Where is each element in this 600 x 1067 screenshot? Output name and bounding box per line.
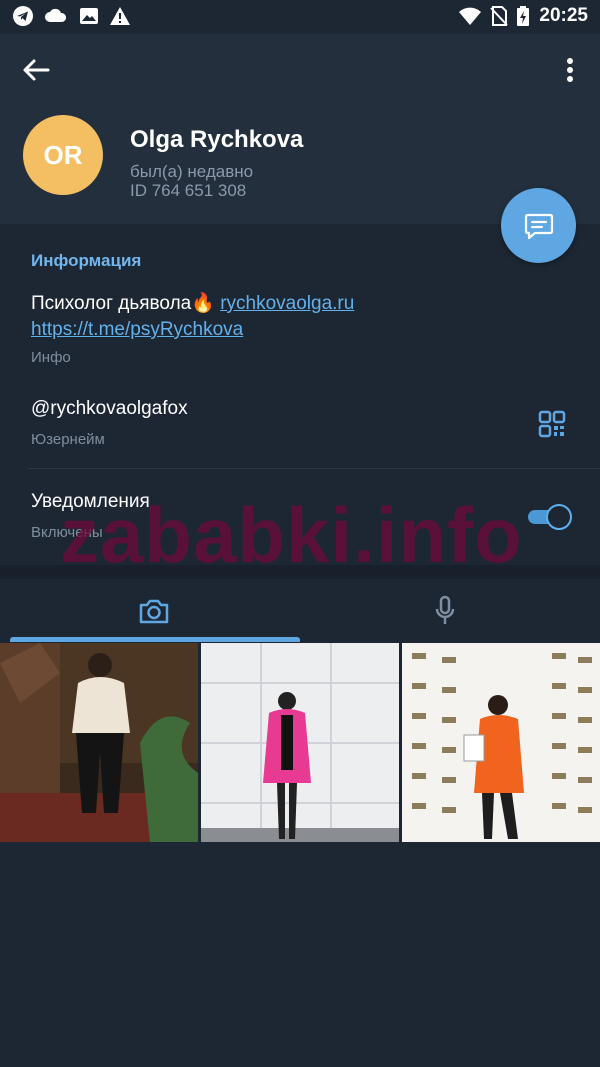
- username-label: Юзернейм: [31, 431, 105, 448]
- section-gap: [0, 565, 600, 579]
- cloud-icon: [45, 8, 67, 22]
- photo-thumbnail[interactable]: [201, 643, 399, 842]
- toggle-knob: [546, 504, 572, 530]
- qr-code-icon[interactable]: [538, 410, 566, 438]
- media-tabs: [0, 579, 600, 643]
- telegram-icon: [13, 6, 33, 26]
- image-icon: [80, 8, 98, 24]
- camera-icon: [139, 599, 169, 624]
- wifi-icon: [459, 7, 481, 25]
- bio-link-site[interactable]: rychkovaolga.ru: [220, 293, 354, 314]
- photo-thumbnail[interactable]: [402, 643, 600, 842]
- photo-thumbnail[interactable]: [0, 643, 198, 842]
- bio-label: Инфо: [31, 349, 71, 366]
- section-title: Информация: [31, 251, 142, 270]
- avatar-initials: OR: [43, 139, 83, 170]
- photo-3-image: [402, 643, 600, 842]
- send-message-button[interactable]: [501, 188, 576, 263]
- bio-text: Психолог дьявола🔥: [31, 293, 221, 314]
- info-section: Информация Психолог дьявола🔥 rychkovaolg…: [0, 224, 600, 565]
- status-bar: 20:25: [0, 0, 600, 34]
- microphone-icon: [435, 595, 455, 624]
- more-options-icon[interactable]: [558, 54, 582, 86]
- tab-photos[interactable]: [0, 579, 300, 643]
- notifications-title: Уведомления: [31, 491, 150, 512]
- bio-link-telegram[interactable]: https://t.me/psyRychkova: [31, 319, 243, 340]
- user-id: ID 764 651 308: [130, 181, 247, 200]
- active-tab-indicator: [10, 637, 300, 642]
- battery-charging-icon: [517, 6, 529, 26]
- photo-2-image: [201, 643, 399, 842]
- photo-1-image: [0, 643, 198, 842]
- profile-name: Olga Rychkova: [130, 126, 304, 153]
- warning-icon: [110, 7, 130, 25]
- no-sim-icon: [490, 6, 508, 26]
- back-arrow-icon[interactable]: [20, 56, 52, 84]
- tab-voice[interactable]: [300, 579, 600, 643]
- bio: Психолог дьявола🔥 rychkovaolga.ru https:…: [31, 291, 571, 343]
- message-icon: [524, 213, 553, 239]
- notifications-toggle[interactable]: [526, 503, 572, 530]
- username[interactable]: @rychkovaolgafox: [31, 398, 188, 420]
- avatar[interactable]: OR: [23, 115, 103, 195]
- notifications-label: Включены: [31, 524, 103, 541]
- last-seen-status: был(а) недавно: [130, 162, 254, 181]
- clock: 20:25: [539, 5, 588, 26]
- divider: [28, 468, 600, 469]
- media-grid: [0, 643, 600, 842]
